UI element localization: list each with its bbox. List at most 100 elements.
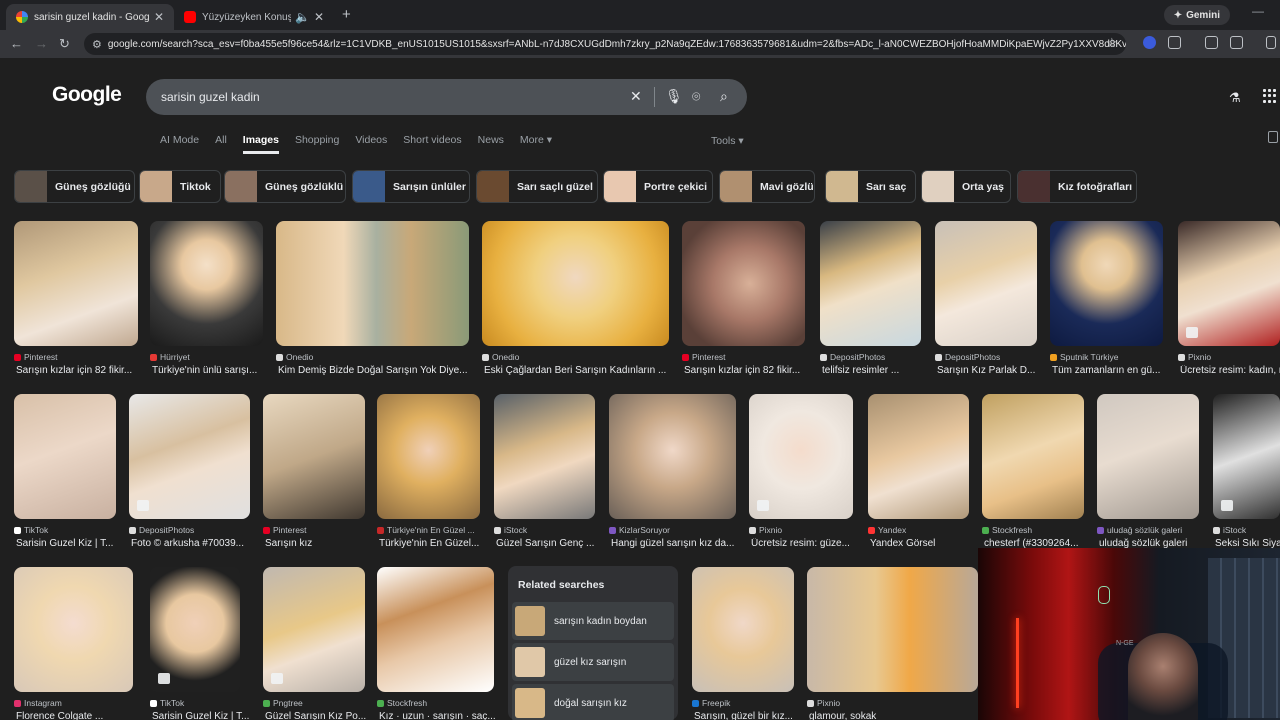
result-source[interactable]: Stockfresh bbox=[377, 698, 504, 708]
image-result[interactable] bbox=[682, 221, 805, 346]
close-tab-icon[interactable]: ✕ bbox=[314, 10, 324, 24]
image-result[interactable] bbox=[263, 567, 365, 692]
site-info-icon[interactable]: ⚙ bbox=[92, 38, 102, 51]
menu-icon[interactable] bbox=[1266, 36, 1276, 49]
tab-shopping[interactable]: Shopping bbox=[295, 134, 339, 154]
result-caption[interactable]: Sarışın kız bbox=[265, 538, 375, 549]
image-result[interactable] bbox=[609, 394, 736, 519]
result-source[interactable]: uludağ sözlük galeri bbox=[1097, 525, 1209, 535]
result-source[interactable]: DepositPhotos bbox=[820, 352, 931, 362]
result-source[interactable]: iStock bbox=[494, 525, 605, 535]
result-caption[interactable]: Ücretsiz resim: kadın, m... bbox=[1180, 365, 1280, 376]
result-source[interactable]: Stockfresh bbox=[982, 525, 1094, 535]
tools-button[interactable]: Tools ▾ bbox=[711, 135, 744, 147]
tab-videos[interactable]: Videos bbox=[355, 134, 387, 154]
address-bar[interactable]: ⚙ google.com/search?sca_esv=f0ba455e5f96… bbox=[84, 33, 1126, 55]
reading-list-icon[interactable] bbox=[1205, 36, 1218, 49]
search-input[interactable] bbox=[161, 90, 621, 104]
image-result[interactable] bbox=[494, 394, 595, 519]
gemini-button[interactable]: ✦ Gemini bbox=[1163, 5, 1230, 25]
result-source[interactable]: Türkiye'nin En Güzel ... bbox=[377, 525, 490, 535]
result-caption[interactable]: glamour, sokak bbox=[809, 711, 988, 720]
result-caption[interactable]: Hangi güzel sarışın kız da... bbox=[611, 538, 746, 549]
result-caption[interactable]: Kız · uzun · sarışın · saç... bbox=[379, 711, 504, 720]
filter-chip[interactable]: Tiktok bbox=[139, 170, 221, 203]
reload-icon[interactable]: ↻ bbox=[59, 36, 70, 52]
result-source[interactable]: Onedio bbox=[482, 352, 679, 362]
result-source[interactable]: Onedio bbox=[276, 352, 479, 362]
side-panel-chat-icon[interactable] bbox=[1268, 131, 1278, 143]
image-result[interactable] bbox=[868, 394, 969, 519]
result-source[interactable]: Pixnio bbox=[1178, 352, 1280, 362]
filter-chip[interactable]: Sarışın ünlüler bbox=[352, 170, 470, 203]
result-source[interactable]: Yandex bbox=[868, 525, 979, 535]
result-source[interactable]: Sputnik Türkiye bbox=[1050, 352, 1173, 362]
minimize-icon[interactable]: — bbox=[1252, 4, 1264, 18]
result-caption[interactable]: Sarışın kızlar için 82 fikir... bbox=[684, 365, 815, 376]
back-icon[interactable]: ← bbox=[10, 36, 23, 51]
extensions-puzzle-icon[interactable] bbox=[1168, 36, 1181, 49]
result-caption[interactable]: Kim Demiş Bizde Doğal Sarışın Yok Diye..… bbox=[278, 365, 479, 376]
image-result[interactable] bbox=[1213, 394, 1280, 519]
result-source[interactable]: Freepik bbox=[692, 698, 804, 708]
result-source[interactable]: Instagram bbox=[14, 698, 143, 708]
tab-news[interactable]: News bbox=[478, 134, 504, 154]
image-result[interactable] bbox=[129, 394, 250, 519]
result-caption[interactable]: Foto © arkusha #70039... bbox=[131, 538, 260, 549]
image-result[interactable] bbox=[150, 221, 263, 346]
image-result[interactable] bbox=[1178, 221, 1280, 346]
image-result[interactable] bbox=[276, 221, 469, 346]
tab-all[interactable]: All bbox=[215, 134, 227, 154]
search-icon[interactable]: ⌕ bbox=[720, 88, 728, 105]
result-source[interactable]: Pngtree bbox=[263, 698, 375, 708]
lens-search-icon[interactable]: ⌾ bbox=[692, 88, 700, 105]
result-caption[interactable]: Ücretsiz resim: güze... bbox=[751, 538, 863, 549]
related-search-item[interactable]: sarışın kadın boydan bbox=[512, 602, 674, 640]
result-source[interactable]: Pixnio bbox=[749, 525, 863, 535]
filter-chip[interactable]: Sarı saçlı güzel bbox=[476, 170, 598, 203]
result-source[interactable]: Pinterest bbox=[682, 352, 815, 362]
filter-chip[interactable]: Orta yaş bbox=[921, 170, 1011, 203]
result-source[interactable]: Pixnio bbox=[807, 698, 988, 708]
result-caption[interactable]: Türkiye'nin ünlü sarışı... bbox=[152, 365, 273, 376]
result-source[interactable]: DepositPhotos bbox=[129, 525, 260, 535]
result-caption[interactable]: Sarisin Guzel Kiz | T... bbox=[16, 538, 126, 549]
result-caption[interactable]: Güzel Sarışın Kız Po... bbox=[265, 711, 375, 720]
tab-short-videos[interactable]: Short videos bbox=[403, 134, 461, 154]
image-result[interactable] bbox=[807, 567, 978, 692]
image-result[interactable] bbox=[982, 394, 1084, 519]
image-result[interactable] bbox=[1097, 394, 1199, 519]
filter-chip[interactable]: Güneş gözlüklü bbox=[224, 170, 346, 203]
image-result[interactable] bbox=[1050, 221, 1163, 346]
result-caption[interactable]: telifsiz resimler ... bbox=[822, 365, 931, 376]
close-tab-icon[interactable]: ✕ bbox=[154, 10, 164, 24]
image-result[interactable] bbox=[150, 567, 240, 692]
result-caption[interactable]: Sarışın, güzel bir kız... bbox=[694, 711, 804, 720]
image-result[interactable] bbox=[377, 567, 494, 692]
image-result[interactable] bbox=[14, 221, 138, 346]
image-result[interactable] bbox=[482, 221, 669, 346]
result-source[interactable]: TikTok bbox=[14, 525, 126, 535]
google-apps-icon[interactable] bbox=[1263, 89, 1277, 103]
result-caption[interactable]: Güzel Sarışın Genç ... bbox=[496, 538, 605, 549]
result-source[interactable]: Hürriyet bbox=[150, 352, 273, 362]
result-caption[interactable]: Sarisin Guzel Kiz | T... bbox=[152, 711, 250, 720]
bookmark-star-icon[interactable]: ☆ bbox=[1106, 35, 1118, 51]
image-result[interactable] bbox=[263, 394, 365, 519]
filter-chip[interactable]: Sarı saç bbox=[825, 170, 916, 203]
result-caption[interactable]: Eski Çağlardan Beri Sarışın Kadınların .… bbox=[484, 365, 679, 376]
filter-chip[interactable]: Güneş gözlüğü bbox=[14, 170, 135, 203]
result-caption[interactable]: Yandex Görsel bbox=[870, 538, 979, 549]
result-source[interactable]: iStock bbox=[1213, 525, 1280, 535]
side-panel-icon[interactable] bbox=[1230, 36, 1243, 49]
result-caption[interactable]: Sarışın kızlar için 82 fikir... bbox=[16, 365, 148, 376]
image-result[interactable] bbox=[14, 567, 133, 692]
labs-flask-icon[interactable]: ⚗ bbox=[1229, 90, 1241, 106]
related-search-item[interactable]: güzel kız sarışın bbox=[512, 643, 674, 681]
google-logo[interactable]: Google bbox=[52, 83, 122, 107]
new-tab-icon[interactable]: + bbox=[342, 6, 351, 23]
result-source[interactable]: TikTok bbox=[150, 698, 250, 708]
image-result[interactable] bbox=[749, 394, 853, 519]
filter-chip[interactable]: Mavi gözlü bbox=[719, 170, 815, 203]
result-source[interactable]: DepositPhotos bbox=[935, 352, 1047, 362]
